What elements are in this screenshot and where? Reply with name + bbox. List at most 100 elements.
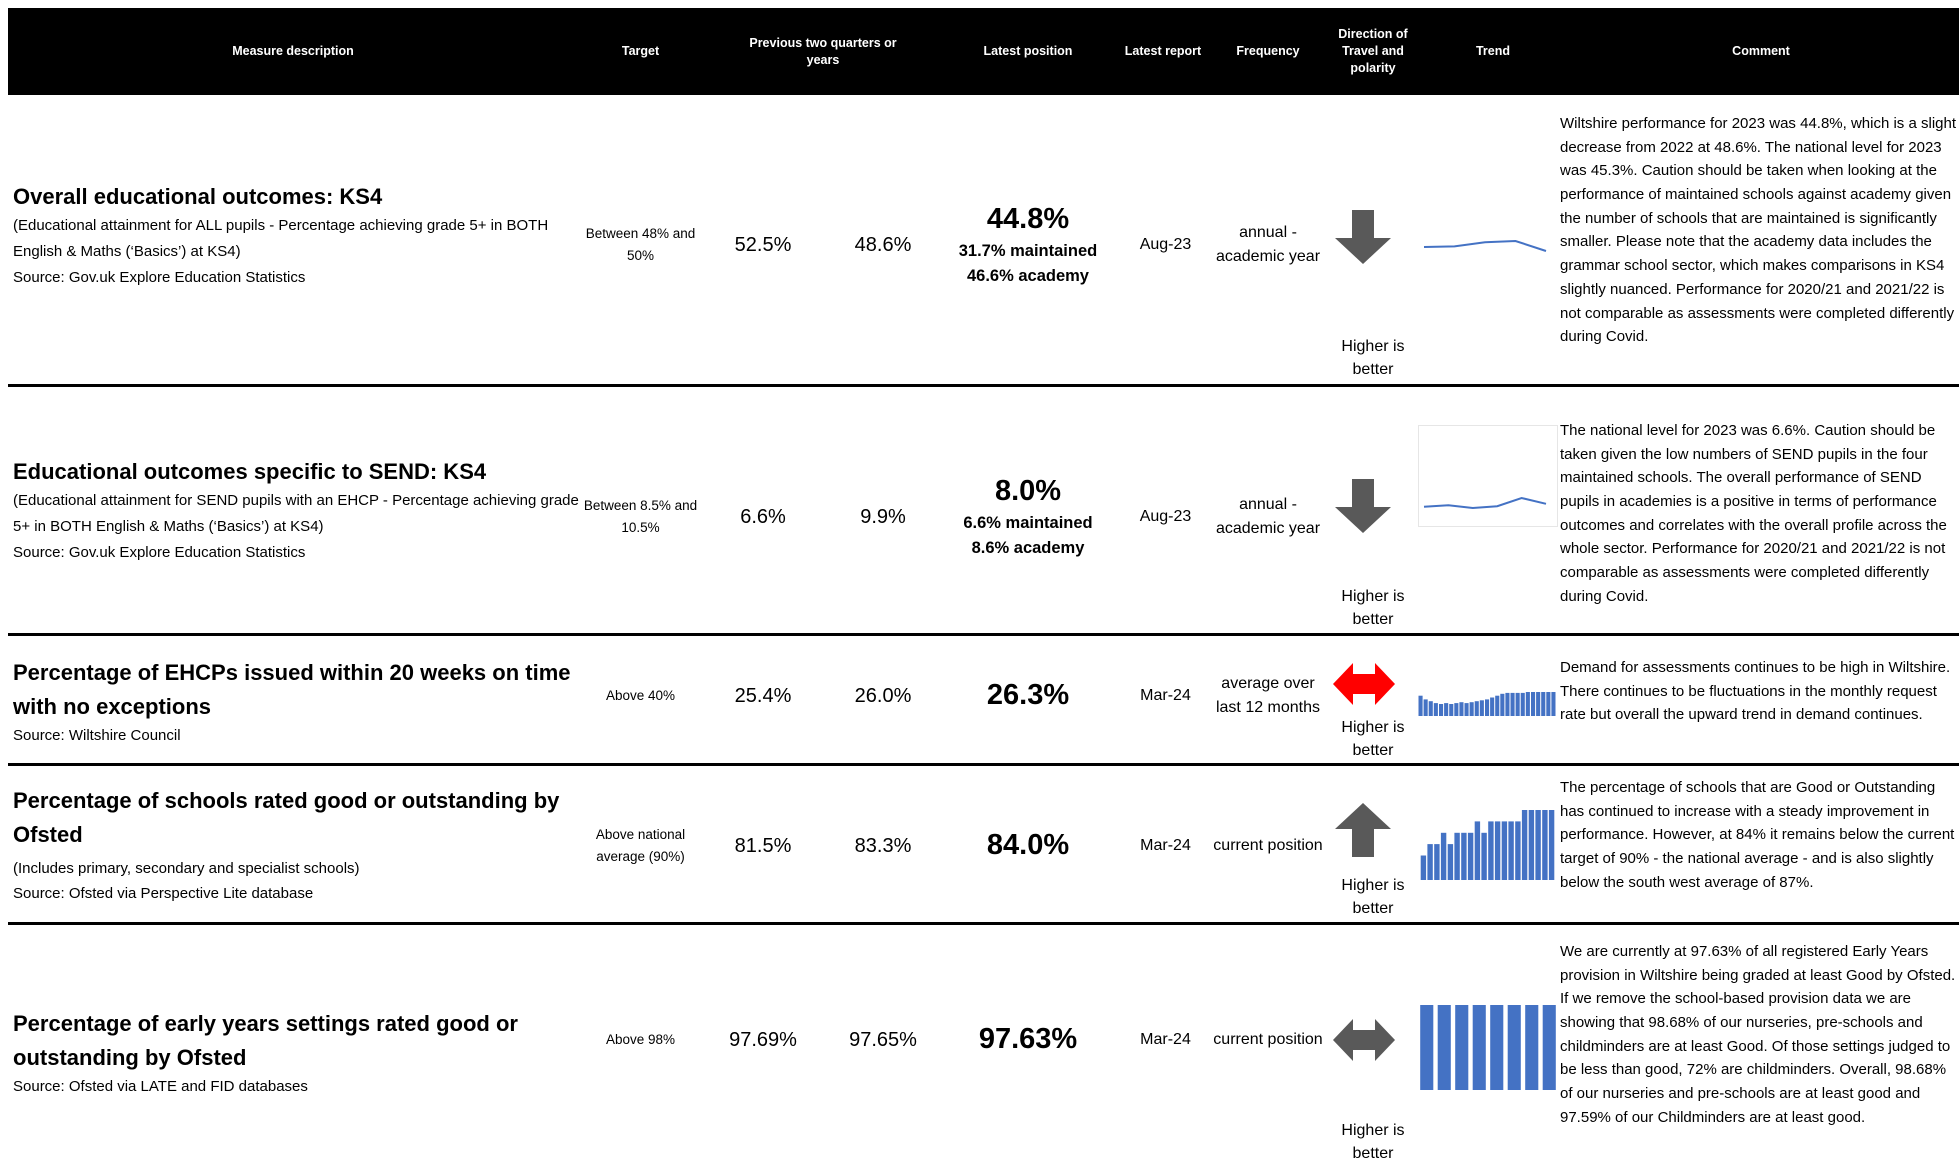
- trend-sparkline: [1418, 692, 1556, 716]
- trend-bar: [1490, 1005, 1504, 1090]
- previous-value-2: 9.9%: [860, 505, 906, 528]
- measure-description: Percentage of schools rated good or outs…: [13, 784, 583, 906]
- latest-breakdown-maintained: 6.6% maintained: [963, 514, 1093, 533]
- measure-source: Source: Wiltshire Council: [13, 727, 181, 745]
- trend-bar: [1423, 699, 1428, 716]
- latest-position: 8.0% 6.6% maintained 8.6% academy: [943, 467, 1113, 567]
- comment-text: The percentage of schools that are Good …: [1560, 779, 1955, 891]
- trend-bar: [1437, 1005, 1451, 1090]
- trend-bar: [1536, 692, 1541, 716]
- arrow-down-icon: [1335, 210, 1391, 264]
- table-header: Measure description Target Previous two …: [8, 8, 1959, 95]
- target-value: Between 8.5% and 10.5%: [583, 498, 698, 535]
- latest-value: 8.0%: [994, 475, 1062, 508]
- frequency: annual - academic year: [1215, 496, 1321, 537]
- latest-report: Aug-23: [1139, 508, 1192, 525]
- measure-description: Percentage of early years settings rated…: [13, 1007, 583, 1099]
- latest-breakdown-academy: 8.6% academy: [971, 538, 1085, 557]
- trend-bar: [1495, 695, 1500, 716]
- table-row: Percentage of EHCPs issued within 20 wee…: [8, 636, 1959, 763]
- trend-bar: [1428, 701, 1433, 716]
- arrow-down-icon: [1335, 479, 1391, 533]
- trend-sparkline: [1420, 810, 1555, 880]
- measure-description: Educational outcomes specific to SEND: K…: [13, 455, 583, 565]
- frequency: average over last 12 months: [1215, 675, 1321, 716]
- measure-source: Source: Ofsted via Perspective Lite data…: [13, 885, 314, 903]
- trend-bar: [1469, 702, 1474, 716]
- comment-text: Wiltshire performance for 2023 was 44.8%…: [1560, 115, 1957, 346]
- trend-bar: [1500, 693, 1505, 716]
- polarity-label: Higher is better: [1341, 719, 1405, 760]
- target-value: Above national average (90%): [595, 827, 686, 864]
- header-target: Target: [621, 44, 660, 59]
- trend-bar: [1464, 703, 1469, 716]
- previous-value-2: 48.6%: [854, 233, 912, 256]
- previous-value-1: 97.69%: [729, 1028, 797, 1051]
- trend-bar: [1488, 821, 1494, 880]
- trend-bar: [1494, 821, 1501, 880]
- polarity-label: Higher is better: [1341, 877, 1405, 918]
- frequency: current position: [1213, 1031, 1323, 1048]
- trend-bar: [1455, 1005, 1469, 1090]
- trend-bar: [1420, 855, 1427, 880]
- trend-bar: [1505, 692, 1510, 716]
- trend-bar: [1535, 810, 1541, 880]
- trend-bar: [1541, 692, 1546, 716]
- header-trend: Trend: [1475, 44, 1511, 59]
- measure-subtitle: (Includes primary, secondary and special…: [13, 860, 360, 878]
- polarity-label: Higher is better: [1341, 588, 1405, 629]
- trend-sparkline: [1420, 1005, 1556, 1090]
- measure-title: Percentage of schools rated good or outs…: [13, 788, 560, 848]
- frequency: annual - academic year: [1215, 224, 1321, 265]
- arrow-left-right-icon: [1333, 1019, 1395, 1061]
- trend-bar: [1472, 1005, 1486, 1090]
- arrow-up-icon: [1335, 803, 1391, 857]
- trend-bar: [1542, 1005, 1556, 1090]
- header-comment: Comment: [1732, 44, 1790, 59]
- trend-bar: [1474, 701, 1479, 716]
- measure-subtitle: (Educational attainment for ALL pupils -…: [13, 217, 549, 261]
- header-latest: Latest position: [983, 44, 1073, 59]
- header-previous: Previous two quarters or years: [749, 35, 897, 67]
- trend-bar: [1454, 832, 1460, 880]
- trend-bar: [1525, 1005, 1539, 1090]
- trend-bar: [1508, 821, 1514, 880]
- latest-report: Mar-24: [1140, 687, 1191, 704]
- target-value: Above 98%: [605, 1032, 676, 1048]
- trend-sparkline: [1423, 496, 1547, 510]
- trend-bar: [1551, 692, 1556, 716]
- header-direction: Direction of Travel and polarity: [1338, 27, 1408, 75]
- previous-value-2: 97.65%: [849, 1028, 917, 1051]
- trend-line: [1423, 496, 1547, 510]
- table-row: Percentage of schools rated good or outs…: [8, 766, 1959, 922]
- trend-bar: [1439, 704, 1444, 716]
- latest-position: 84.0%: [943, 821, 1113, 871]
- trend-bar: [1481, 832, 1487, 880]
- trend-bar: [1490, 697, 1495, 716]
- trend-bar: [1447, 844, 1454, 880]
- measure-title: Percentage of early years settings rated…: [13, 1011, 518, 1071]
- latest-report: Mar-24: [1140, 837, 1191, 854]
- trend-bar: [1420, 1005, 1434, 1090]
- comment-text: We are currently at 97.63% of all regist…: [1560, 943, 1956, 1126]
- previous-value-2: 26.0%: [854, 684, 912, 707]
- trend-sparkline: [1423, 239, 1547, 252]
- comment-text: The national level for 2023 was 6.6%. Ca…: [1560, 422, 1947, 605]
- trend-bar: [1525, 692, 1530, 716]
- trend-bar: [1427, 844, 1433, 880]
- trend-bar: [1531, 692, 1536, 716]
- measure-source: Source: Ofsted via LATE and FID database…: [13, 1078, 308, 1096]
- trend-bar: [1515, 821, 1521, 880]
- measure-source: Source: Gov.uk Explore Education Statist…: [13, 543, 306, 561]
- trend-bar: [1528, 810, 1535, 880]
- previous-value-2: 83.3%: [854, 834, 912, 857]
- trend-bar: [1515, 692, 1520, 716]
- latest-position: 44.8% 31.7% maintained 46.6% academy: [943, 195, 1113, 295]
- latest-value: 97.63%: [978, 1023, 1078, 1056]
- trend-bar: [1521, 810, 1528, 880]
- latest-breakdown-maintained: 31.7% maintained: [958, 242, 1098, 261]
- target-value: Between 48% and 50%: [585, 226, 696, 263]
- trend-bar: [1449, 704, 1454, 716]
- header-frequency: Frequency: [1236, 44, 1300, 59]
- previous-value-1: 6.6%: [740, 505, 786, 528]
